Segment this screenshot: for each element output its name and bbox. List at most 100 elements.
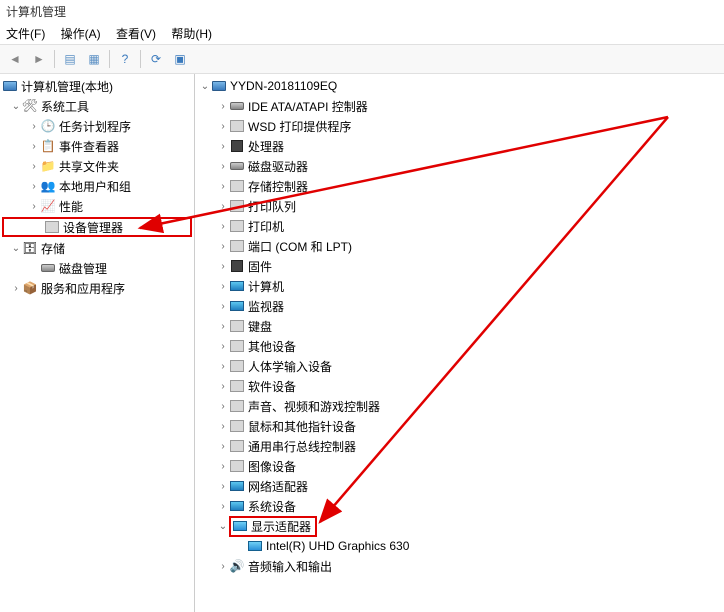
menu-view[interactable]: 查看(V) [116,27,156,41]
tools-icon: 🛠 [22,98,38,114]
device-keyboards[interactable]: ›键盘 [195,316,724,336]
device-hid[interactable]: ›人体学输入设备 [195,356,724,376]
expander-icon[interactable]: ⌄ [10,101,22,112]
device-usb[interactable]: ›通用串行总线控制器 [195,436,724,456]
expander-icon[interactable]: › [28,201,40,212]
device-display-child[interactable]: Intel(R) UHD Graphics 630 [195,536,724,556]
expander-icon[interactable]: › [217,441,229,452]
toolbar-btn-2[interactable]: ▦ [83,48,105,70]
device-ports[interactable]: ›端口 (COM 和 LPT) [195,236,724,256]
forward-button[interactable]: ► [28,48,50,70]
expander-icon[interactable]: › [217,341,229,352]
device-printers[interactable]: ›打印机 [195,216,724,236]
device-software_devices[interactable]: › 软件设备 [195,376,724,396]
expander-icon[interactable]: › [28,141,40,152]
label: 软件设备 [248,378,296,395]
menu-help[interactable]: 帮助(H) [171,27,212,41]
port-icon [229,238,245,254]
device-firmware[interactable]: › 固件 [195,256,724,276]
expander-icon[interactable]: › [217,421,229,432]
expander-icon[interactable]: › [217,141,229,152]
expander-icon[interactable]: › [217,301,229,312]
toolbar-btn-3[interactable]: ? [114,48,136,70]
label: 共享文件夹 [59,158,119,175]
label: 固件 [248,258,272,275]
expander-icon[interactable]: › [217,201,229,212]
expander-icon[interactable]: ⌄ [199,81,211,92]
keyboard-icon [229,318,245,334]
toolbar-btn-5[interactable]: ▣ [169,48,191,70]
device-wsd[interactable]: › WSD 打印提供程序 [195,116,724,136]
toolbar-btn-4[interactable]: ⟳ [145,48,167,70]
grid-icon: ▦ [88,52,99,66]
expander-icon[interactable]: › [28,181,40,192]
expander-icon[interactable]: › [217,461,229,472]
expander-icon[interactable]: › [217,181,229,192]
device-monitors[interactable]: ›监视器 [195,296,724,316]
tree-performance[interactable]: › 📈 性能 [0,196,194,216]
label: 事件查看器 [59,138,119,155]
tree-local-users[interactable]: › 👥 本地用户和组 [0,176,194,196]
label: WSD 打印提供程序 [248,118,351,135]
device-mice[interactable]: ›鼠标和其他指针设备 [195,416,724,436]
device-computer[interactable]: ›计算机 [195,276,724,296]
tree-system-tools[interactable]: ⌄ 🛠 系统工具 [0,96,194,116]
shared-folder-icon: 📁 [40,158,56,174]
expander-icon[interactable]: › [217,381,229,392]
expander-icon[interactable]: › [217,281,229,292]
toolbar-btn-1[interactable]: ▤ [59,48,81,70]
device-print_queues[interactable]: ›打印队列 [195,196,724,216]
expander-icon[interactable]: › [217,481,229,492]
printer-icon [229,118,245,134]
expander-icon[interactable]: › [217,561,229,572]
forward-icon: ► [33,52,45,66]
device-display-adapters-row[interactable]: ⌄ 显示适配器 [195,516,724,536]
device-sound[interactable]: › 声音、视频和游戏控制器 [195,396,724,416]
label-root: 计算机管理(本地) [21,78,113,95]
tree-storage[interactable]: ⌄ 🗄 存储 [0,238,194,258]
device-system_devices[interactable]: ›系统设备 [195,496,724,516]
tree-event-viewer[interactable]: › 📋 事件查看器 [0,136,194,156]
device-network[interactable]: ›网络适配器 [195,476,724,496]
expander-icon[interactable]: › [217,101,229,112]
expander-icon[interactable]: › [217,261,229,272]
tree-device-manager[interactable]: 设备管理器 [2,217,192,237]
back-button[interactable]: ◄ [4,48,26,70]
device-other_devices[interactable]: ›其他设备 [195,336,724,356]
expander-icon[interactable]: ⌄ [217,521,229,532]
computer-icon [211,78,227,94]
expander-icon[interactable]: › [217,121,229,132]
expander-icon[interactable]: › [217,501,229,512]
device-ide[interactable]: ›IDE ATA/ATAPI 控制器 [195,96,724,116]
label: Intel(R) UHD Graphics 630 [266,539,409,553]
perf-icon: 📈 [40,198,56,214]
expander-icon[interactable]: › [10,283,22,294]
device-audio[interactable]: › 🔊 音频输入和输出 [195,556,724,576]
device-imaging[interactable]: ›图像设备 [195,456,724,476]
tree-services-apps[interactable]: › 📦 服务和应用程序 [0,278,194,298]
tree-task-scheduler[interactable]: › 🕒 任务计划程序 [0,116,194,136]
label: 声音、视频和游戏控制器 [248,398,380,415]
expander-icon[interactable]: › [217,401,229,412]
expander-icon[interactable]: › [28,121,40,132]
label-display-adapters: 显示适配器 [251,518,311,535]
tree-root-local[interactable]: 计算机管理(本地) [0,76,194,96]
tree-disk-mgmt[interactable]: 磁盘管理 [0,258,194,278]
expander-icon[interactable]: › [217,361,229,372]
label: 磁盘驱动器 [248,158,308,175]
tree-shared-folders[interactable]: › 📁 共享文件夹 [0,156,194,176]
expander-icon[interactable]: › [217,221,229,232]
expander-icon[interactable]: ⌄ [10,243,22,254]
menu-file[interactable]: 文件(F) [6,27,45,41]
expander-icon[interactable]: › [28,161,40,172]
device-root[interactable]: ⌄ YYDN-20181109EQ [195,76,724,96]
expander-icon[interactable]: › [217,321,229,332]
list-icon: ▤ [64,52,75,66]
expander-icon[interactable]: › [217,241,229,252]
menu-action[interactable]: 操作(A) [61,27,101,41]
gpu-icon [247,538,263,554]
device-disk_drives[interactable]: › 磁盘驱动器 [195,156,724,176]
device-storage_controllers[interactable]: ›存储控制器 [195,176,724,196]
expander-icon[interactable]: › [217,161,229,172]
device-processors[interactable]: ›处理器 [195,136,724,156]
